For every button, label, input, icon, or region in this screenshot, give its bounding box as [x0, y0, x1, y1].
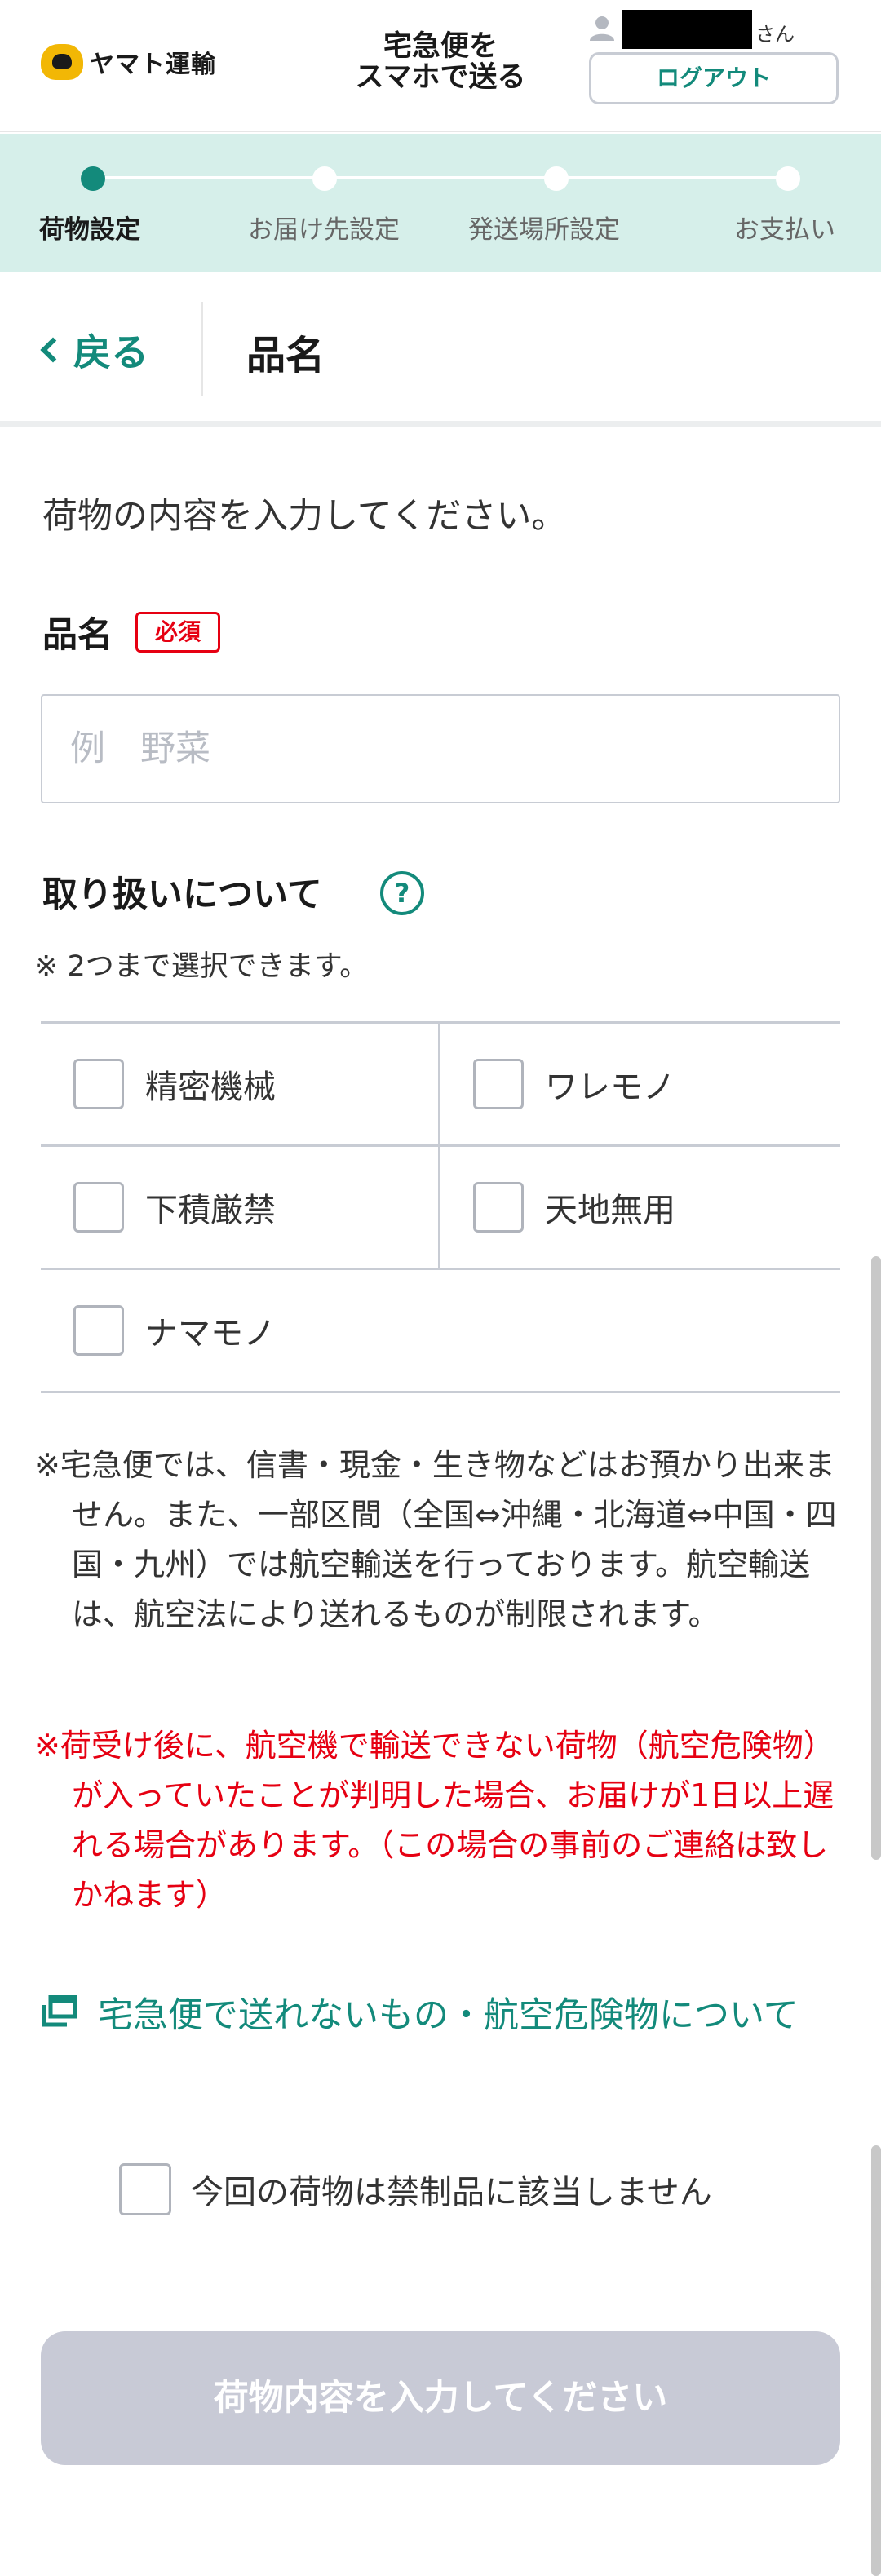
option-perishable[interactable]: ナマモノ — [41, 1270, 440, 1391]
intro-text: 荷物の内容を入力してください。 — [42, 496, 567, 537]
option-fragile[interactable]: ワレモノ — [440, 1024, 840, 1144]
logout-button[interactable]: ログアウト — [589, 52, 839, 104]
confirm-label: 今回の荷物は禁制品に該当しません — [191, 2174, 712, 2211]
checkbox[interactable] — [73, 1305, 124, 1356]
handling-options: 精密機械 ワレモノ 下積厳禁 天地無用 ナマモノ — [41, 1021, 840, 1393]
option-precision-machinery[interactable]: 精密機械 — [41, 1024, 440, 1144]
back-label: 戻る — [73, 330, 148, 374]
air-hazard-warning: ※荷受け後に、航空機で輸送できない荷物（航空危険物）が入っていたことが判明した場… — [34, 1728, 835, 1913]
item-name-input[interactable] — [41, 694, 840, 803]
prohibited-confirm[interactable]: 今回の荷物は禁制品に該当しません — [119, 2163, 712, 2215]
handling-note: ※ 2つまで選択できます。 — [34, 950, 369, 983]
option-do-not-stack[interactable]: 下積厳禁 — [41, 1147, 440, 1268]
checkbox[interactable] — [473, 1182, 524, 1233]
logo-text: ヤマト運輸 — [90, 51, 216, 79]
handling-label: 取り扱いについて — [42, 874, 322, 915]
black-cat-logo-icon — [41, 44, 83, 80]
step-label-payment: お支払い — [734, 215, 835, 245]
step-dot-payment — [776, 166, 800, 191]
item-name-label: 品名 — [42, 615, 113, 656]
step-dot-shipping-place — [544, 166, 569, 191]
option-label: ワレモノ — [545, 1069, 675, 1106]
external-window-icon — [42, 1995, 77, 2027]
scrollbar[interactable] — [871, 2145, 881, 2576]
options-row: 下積厳禁 天地無用 — [41, 1147, 840, 1270]
divider — [201, 302, 203, 396]
title-bar: 戻る 品名 — [0, 272, 881, 427]
page-title: 品名 — [246, 333, 325, 378]
step-label-shipping-place: 発送場所設定 — [468, 215, 620, 245]
progress-stepper: 荷物設定 お届け先設定 発送場所設定 お支払い — [0, 134, 881, 272]
service-name: 宅急便を スマホで送る — [355, 30, 526, 94]
user-suffix: さん — [755, 23, 795, 46]
chevron-left-icon — [40, 337, 66, 363]
yamato-logo[interactable]: ヤマト運輸 — [41, 44, 216, 80]
option-label: 下積厳禁 — [145, 1192, 276, 1229]
user-icon — [590, 16, 614, 41]
app-header: ヤマト運輸 宅急便を スマホで送る さん ログアウト — [0, 0, 881, 132]
step-dot-destination — [312, 166, 337, 191]
options-row: ナマモノ — [41, 1270, 840, 1393]
scrollbar[interactable] — [871, 1256, 881, 1860]
option-label: 天地無用 — [545, 1192, 675, 1229]
step-label-cargo: 荷物設定 — [39, 215, 140, 245]
help-icon[interactable]: ? — [380, 871, 424, 915]
checkbox[interactable] — [73, 1182, 124, 1233]
user-name-redacted — [622, 10, 752, 49]
option-label: 精密機械 — [145, 1069, 276, 1106]
shipping-notice: ※宅急便では、信書・現金・生き物などはお預かり出来ません。また、一部区間（全国⇔… — [34, 1447, 837, 1632]
confirm-checkbox[interactable] — [119, 2163, 171, 2215]
step-label-destination: お届け先設定 — [248, 215, 400, 245]
required-badge: 必須 — [135, 612, 220, 653]
checkbox[interactable] — [473, 1059, 524, 1109]
back-button[interactable]: 戻る — [36, 320, 148, 380]
link-text[interactable]: 宅急便で送れないもの・航空危険物について — [98, 1987, 848, 2044]
submit-button[interactable]: 荷物内容を入力してください — [41, 2331, 840, 2465]
options-row: 精密機械 ワレモノ — [41, 1024, 840, 1147]
step-dot-cargo — [81, 166, 105, 191]
stepper-line — [93, 176, 788, 179]
checkbox[interactable] — [73, 1059, 124, 1109]
option-this-side-up[interactable]: 天地無用 — [440, 1147, 840, 1268]
user-info: さん — [587, 7, 848, 49]
option-label: ナマモノ — [145, 1315, 276, 1352]
